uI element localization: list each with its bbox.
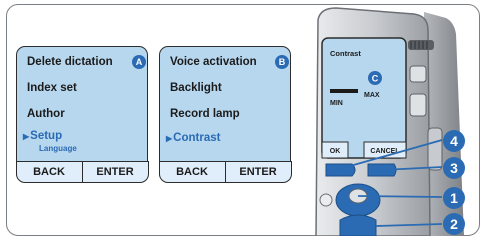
menu-item-contrast-label: Contrast xyxy=(173,132,221,144)
callout-4: 4 xyxy=(443,130,465,152)
selection-arrow-icon: ▶ xyxy=(23,132,30,141)
enter-softkey[interactable]: ENTER xyxy=(82,160,149,183)
device-ok-label: OK xyxy=(330,148,341,155)
screen-a-badge: A xyxy=(132,55,146,69)
menu-item-setup-sublabel: Language xyxy=(39,144,77,153)
contrast-level-bar xyxy=(330,89,358,93)
record-button xyxy=(339,214,377,236)
menu-item-delete-dictation[interactable]: Delete dictation xyxy=(27,56,113,68)
softkey-bar-b: BACK ENTER xyxy=(158,160,292,183)
menu-item-index-set[interactable]: Index set xyxy=(27,82,77,94)
leader-line-1 xyxy=(357,195,443,198)
menu-item-voice-activation[interactable]: Voice activation xyxy=(170,56,257,68)
menu-item-record-lamp[interactable]: Record lamp xyxy=(170,108,240,120)
contrast-min-label: MIN xyxy=(330,100,343,107)
callout-2: 2 xyxy=(443,213,465,235)
lcd-screen-a: Delete dictation A Index set Author ▶Set… xyxy=(15,46,149,183)
menu-item-author[interactable]: Author xyxy=(27,108,65,120)
side-usb-button xyxy=(409,65,427,83)
back-softkey[interactable]: BACK xyxy=(15,160,83,183)
selection-arrow-icon: ▶ xyxy=(166,134,173,143)
back-softkey[interactable]: BACK xyxy=(158,160,226,183)
menu-item-contrast[interactable]: ▶Contrast xyxy=(166,132,220,144)
side-button xyxy=(409,93,427,117)
enter-softkey[interactable]: ENTER xyxy=(225,160,292,183)
softkey-bar-a: BACK ENTER xyxy=(15,160,149,183)
side-slider xyxy=(427,127,443,171)
screen-b-badge: B xyxy=(275,55,289,69)
speaker-grill-icon xyxy=(408,40,434,50)
menu-item-setup-label: Setup xyxy=(30,130,63,142)
callout-3: 3 xyxy=(443,157,465,179)
lcd-screen-b: Voice activation B Backlight Record lamp… xyxy=(158,46,292,183)
small-button xyxy=(319,193,333,207)
callout-1: 1 xyxy=(443,187,465,209)
menu-item-backlight[interactable]: Backlight xyxy=(170,82,222,94)
menu-item-setup[interactable]: ▶Setup xyxy=(23,130,62,142)
screen-c-badge-label: C xyxy=(372,74,379,84)
device-screen-title: Contrast xyxy=(330,49,361,58)
contrast-max-label: MAX xyxy=(364,92,380,99)
